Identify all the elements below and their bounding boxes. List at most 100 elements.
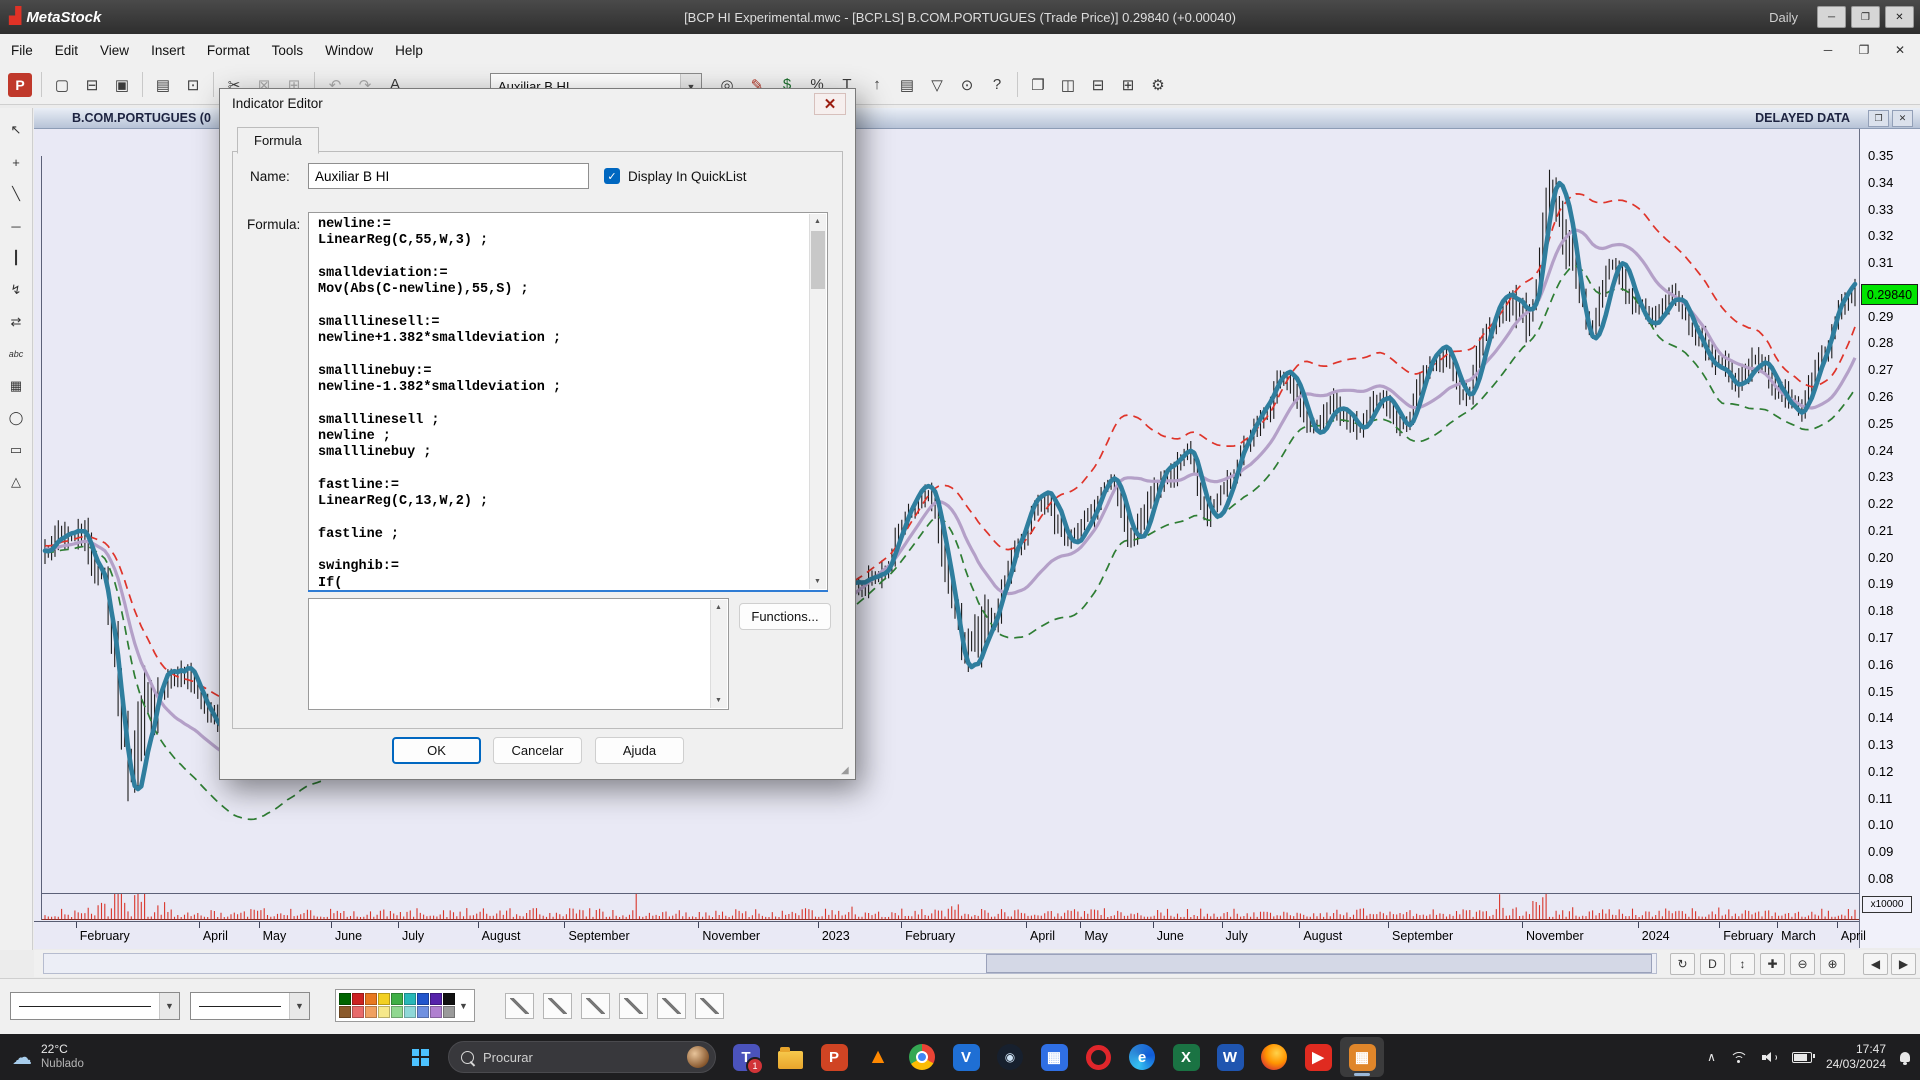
ellipse-tool[interactable]: ◯ bbox=[4, 406, 29, 430]
volume-icon[interactable] bbox=[1762, 1051, 1778, 1063]
color-swatch[interactable] bbox=[391, 1006, 403, 1018]
menu-insert[interactable]: Insert bbox=[140, 37, 196, 64]
visual-studio-icon[interactable]: V bbox=[944, 1037, 988, 1077]
print-icon[interactable]: ▤ bbox=[148, 71, 178, 98]
menu-edit[interactable]: Edit bbox=[44, 37, 89, 64]
chart-close-icon[interactable]: ✕ bbox=[1892, 110, 1913, 127]
color-swatch[interactable] bbox=[352, 1006, 364, 1018]
help-button[interactable]: Ajuda bbox=[595, 737, 684, 764]
chevron-down-icon[interactable]: ▼ bbox=[289, 993, 309, 1019]
mdi-close-icon[interactable]: ✕ bbox=[1888, 39, 1912, 61]
arrow-up-icon[interactable]: ↑ bbox=[862, 71, 892, 98]
scroll-up-icon[interactable]: ▲ bbox=[711, 600, 726, 615]
chart-tool-button-5[interactable] bbox=[657, 993, 686, 1019]
color-swatch[interactable] bbox=[417, 1006, 429, 1018]
search-input[interactable]: Procurar bbox=[448, 1041, 716, 1073]
color-swatch[interactable] bbox=[430, 1006, 442, 1018]
color-swatch[interactable] bbox=[339, 1006, 351, 1018]
expand-tool[interactable]: ⇄ bbox=[4, 310, 29, 334]
color-swatch[interactable] bbox=[404, 993, 416, 1005]
pan-button[interactable]: ✚ bbox=[1760, 953, 1785, 975]
word-icon[interactable]: W bbox=[1208, 1037, 1252, 1077]
menu-file[interactable]: File bbox=[0, 37, 44, 64]
periodicity-daily-button[interactable]: D bbox=[1700, 953, 1725, 975]
color-swatch[interactable] bbox=[417, 993, 429, 1005]
chart-tool-button-3[interactable] bbox=[581, 993, 610, 1019]
hscrollbar-thumb[interactable] bbox=[986, 954, 1652, 973]
menu-window[interactable]: Window bbox=[314, 37, 384, 64]
vertical-line-tool[interactable]: ┃ bbox=[4, 246, 29, 270]
crosshair-tool[interactable]: + bbox=[4, 150, 29, 174]
x-axis[interactable]: FebruaryAprilMayJuneJulyAugustSeptemberN… bbox=[34, 921, 1859, 949]
dialog-titlebar[interactable]: Indicator Editor bbox=[220, 89, 855, 117]
scroll-left-button[interactable]: ◀ bbox=[1863, 953, 1888, 975]
vlc-icon[interactable]: ▲ bbox=[856, 1037, 900, 1077]
mdi-minimize-icon[interactable]: ─ bbox=[1816, 39, 1840, 61]
powerpoint-icon[interactable]: P bbox=[812, 1037, 856, 1077]
layout-grid-icon[interactable]: ⊞ bbox=[1113, 71, 1143, 98]
scroll-down-icon[interactable]: ▼ bbox=[810, 574, 825, 589]
menu-format[interactable]: Format bbox=[196, 37, 261, 64]
color-swatch[interactable] bbox=[352, 993, 364, 1005]
functions-button[interactable]: Functions... bbox=[739, 603, 831, 630]
chart-tool-button-4[interactable] bbox=[619, 993, 648, 1019]
new-chart-icon[interactable]: ▢ bbox=[47, 71, 77, 98]
wifi-icon[interactable] bbox=[1730, 1051, 1748, 1064]
pointer-tool[interactable]: ↖ bbox=[4, 118, 29, 142]
steam-icon[interactable]: ◉ bbox=[988, 1037, 1032, 1077]
zoom-icon[interactable]: ⊙ bbox=[952, 71, 982, 98]
scroll-down-icon[interactable]: ▼ bbox=[711, 693, 726, 708]
menu-view[interactable]: View bbox=[89, 37, 140, 64]
vertical-fit-button[interactable]: ↕ bbox=[1730, 953, 1755, 975]
chevron-down-icon[interactable]: ▼ bbox=[459, 1001, 468, 1011]
line-weight-combobox[interactable]: ▼ bbox=[190, 992, 310, 1020]
print-preview-icon[interactable]: ⊡ bbox=[178, 71, 208, 98]
ok-button[interactable]: OK bbox=[392, 737, 481, 764]
color-swatch[interactable] bbox=[443, 1006, 455, 1018]
open-icon[interactable]: ⊟ bbox=[77, 71, 107, 98]
metastock-taskbar-icon[interactable]: ▦ bbox=[1340, 1037, 1384, 1077]
formula-scrollbar[interactable]: ▲ ▼ bbox=[809, 214, 826, 589]
trendline-tool[interactable]: ╲ bbox=[4, 182, 29, 206]
cancel-button[interactable]: Cancelar bbox=[493, 737, 582, 764]
line-style-combobox[interactable]: ▼ bbox=[10, 992, 180, 1020]
chrome-icon[interactable] bbox=[900, 1037, 944, 1077]
menu-help[interactable]: Help bbox=[384, 37, 434, 64]
microsoft-store-icon[interactable]: ▦ bbox=[1032, 1037, 1076, 1077]
color-swatch[interactable] bbox=[365, 1006, 377, 1018]
chevron-down-icon[interactable]: ▼ bbox=[159, 993, 179, 1019]
maximize-button[interactable]: ❐ bbox=[1851, 6, 1880, 28]
formula-editor[interactable]: newline:= LinearReg(C,55,W,3) ; smalldev… bbox=[308, 212, 828, 591]
chart-restore-icon[interactable]: ❐ bbox=[1868, 110, 1889, 127]
color-swatch[interactable] bbox=[404, 1006, 416, 1018]
teams-icon[interactable]: T1 bbox=[724, 1037, 768, 1077]
rectangle-tool[interactable]: ▭ bbox=[4, 438, 29, 462]
quicklist-checkbox[interactable]: ✓ bbox=[604, 168, 620, 184]
chart-hscrollbar[interactable] bbox=[43, 953, 1657, 974]
metastock-p-icon[interactable]: P bbox=[8, 73, 32, 97]
minimize-button[interactable]: ─ bbox=[1817, 6, 1846, 28]
youtube-icon[interactable]: ▶ bbox=[1296, 1037, 1340, 1077]
chart-tool-button-6[interactable] bbox=[695, 993, 724, 1019]
cascade-windows-icon[interactable]: ❐ bbox=[1023, 71, 1053, 98]
scroll-right-button[interactable]: ▶ bbox=[1891, 953, 1916, 975]
chart-tool-button-2[interactable] bbox=[543, 993, 572, 1019]
text-tool[interactable]: abc bbox=[4, 342, 29, 366]
menu-tools[interactable]: Tools bbox=[261, 37, 315, 64]
color-swatch[interactable] bbox=[365, 993, 377, 1005]
notification-bell-icon[interactable] bbox=[1900, 1052, 1910, 1062]
settings-gear-icon[interactable]: ⚙ bbox=[1143, 71, 1173, 98]
grid-tool[interactable]: ▦ bbox=[4, 374, 29, 398]
chart-tool-button-1[interactable] bbox=[505, 993, 534, 1019]
scrollbar-thumb[interactable] bbox=[811, 231, 825, 289]
start-button[interactable] bbox=[400, 1037, 440, 1077]
color-swatch[interactable] bbox=[391, 993, 403, 1005]
edge-icon[interactable]: e bbox=[1120, 1037, 1164, 1077]
zigzag-tool[interactable]: ↯ bbox=[4, 278, 29, 302]
mdi-restore-icon[interactable]: ❐ bbox=[1852, 39, 1876, 61]
resize-grip[interactable]: ◢ bbox=[841, 765, 853, 777]
filter-icon[interactable]: ▽ bbox=[922, 71, 952, 98]
triangle-tool[interactable]: △ bbox=[4, 470, 29, 494]
weather-widget[interactable]: ☁ 22°C Nublado bbox=[12, 1034, 84, 1080]
dialog-close-icon[interactable]: ✕ bbox=[814, 93, 846, 115]
